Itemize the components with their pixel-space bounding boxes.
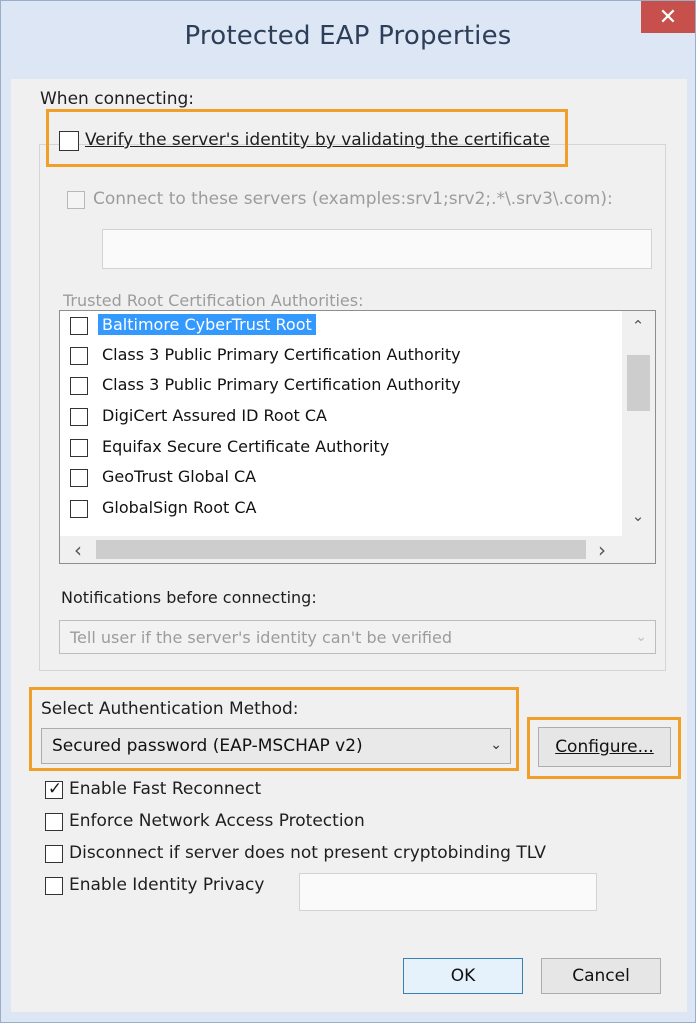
trusted-root-list[interactable]: Baltimore CyberTrust Root Class 3 Public… (59, 310, 656, 564)
list-item[interactable]: Class 3 Public Primary Certification Aut… (60, 371, 620, 401)
list-item[interactable]: GeoTrust Global CA (60, 463, 620, 493)
configure-button[interactable]: Configure... (538, 727, 671, 767)
list-item-label: Equifax Secure Certificate Authority (102, 437, 390, 456)
cryptobinding-checkbox[interactable] (45, 845, 63, 863)
vertical-scroll-thumb[interactable] (627, 355, 650, 411)
list-item[interactable]: Baltimore CyberTrust Root (60, 311, 620, 341)
dialog-title: Protected EAP Properties (184, 21, 512, 51)
notifications-select[interactable]: Tell user if the server's identity can't… (59, 620, 656, 654)
auth-method-select-value: Secured password (EAP-MSCHAP v2) (52, 736, 363, 756)
connect-servers-label: Connect to these servers (examples:srv1;… (93, 189, 613, 209)
fast-reconnect-checkbox[interactable]: ✓ (45, 779, 63, 799)
fast-reconnect-label[interactable]: Enable Fast Reconnect (69, 779, 261, 799)
verify-cert-checkbox[interactable] (59, 131, 79, 151)
list-item-label: Class 3 Public Primary Certification Aut… (102, 345, 461, 364)
auth-method-select[interactable]: Secured password (EAP-MSCHAP v2) ⌄ (41, 728, 511, 764)
list-item-label: Class 3 Public Primary Certification Aut… (102, 375, 461, 394)
list-item-label: GeoTrust Global CA (102, 467, 257, 486)
close-icon: ✕ (658, 4, 678, 30)
list-item[interactable]: DigiCert Assured ID Root CA (60, 402, 620, 432)
list-item-checkbox[interactable] (70, 408, 88, 426)
identity-privacy-label[interactable]: Enable Identity Privacy (69, 875, 264, 895)
scroll-right-icon[interactable]: › (592, 538, 612, 562)
auth-method-label: Select Authentication Method: (41, 699, 299, 719)
checkmark-icon: ✓ (47, 779, 63, 799)
configure-button-label: Configure... (555, 737, 654, 757)
trusted-root-label: Trusted Root Certification Authorities: (63, 291, 364, 310)
dialog-body: When connecting: Verify the server's ide… (11, 79, 687, 1012)
cryptobinding-label[interactable]: Disconnect if server does not present cr… (69, 843, 546, 863)
cancel-button[interactable]: Cancel (541, 958, 661, 994)
notifications-label: Notifications before connecting: (61, 588, 317, 607)
scroll-down-icon[interactable]: ⌄ (628, 507, 648, 525)
nap-checkbox[interactable] (45, 813, 63, 831)
horizontal-scrollbar[interactable]: ‹ › (60, 536, 622, 563)
notifications-select-value: Tell user if the server's identity can't… (70, 628, 452, 647)
connect-servers-checkbox[interactable] (67, 191, 85, 209)
list-item-checkbox[interactable] (70, 500, 88, 518)
horizontal-scroll-thumb[interactable] (96, 540, 586, 559)
list-item-label: DigiCert Assured ID Root CA (102, 406, 327, 425)
ok-button[interactable]: OK (403, 958, 523, 994)
list-item-checkbox[interactable] (70, 347, 88, 365)
identity-privacy-input[interactable] (299, 873, 597, 911)
scroll-up-icon[interactable]: ⌃ (628, 317, 648, 335)
list-item-label: Baltimore CyberTrust Root (98, 314, 316, 335)
scroll-left-icon[interactable]: ‹ (68, 538, 88, 562)
list-item-checkbox[interactable] (70, 469, 88, 487)
vertical-scrollbar[interactable]: ⌃ ⌄ (622, 311, 655, 536)
scrollbar-corner (622, 536, 655, 563)
chevron-down-icon: ⌄ (490, 737, 502, 753)
list-item[interactable]: Class 3 Public Primary Certification Aut… (60, 341, 620, 371)
list-item-label: GlobalSign Root CA (102, 498, 257, 517)
identity-privacy-checkbox[interactable] (45, 877, 63, 895)
when-connecting-label: When connecting: (40, 89, 195, 109)
list-item[interactable]: Equifax Secure Certificate Authority (60, 433, 620, 463)
chevron-down-icon: ⌄ (635, 629, 647, 645)
list-item-checkbox[interactable] (70, 439, 88, 457)
list-item-checkbox[interactable] (70, 377, 88, 395)
close-button[interactable]: ✕ (641, 1, 695, 33)
list-item[interactable]: GlobalSign Root CA (60, 494, 620, 524)
connect-servers-input[interactable] (102, 229, 652, 269)
title-bar: Protected EAP Properties ✕ (1, 1, 695, 79)
dialog-window: Protected EAP Properties ✕ When connecti… (0, 0, 696, 1023)
verify-cert-label[interactable]: Verify the server's identity by validati… (85, 130, 550, 150)
list-item-checkbox[interactable] (70, 317, 88, 335)
nap-label[interactable]: Enforce Network Access Protection (69, 811, 365, 831)
